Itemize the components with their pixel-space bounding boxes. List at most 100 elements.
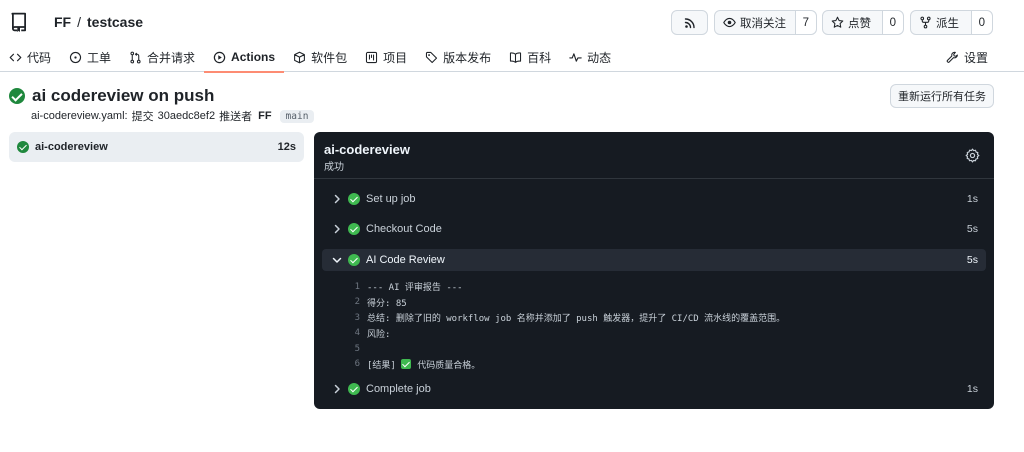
package-icon xyxy=(294,51,305,63)
check-mark-button-icon xyxy=(401,359,412,370)
run-title-text: ai codereview on push xyxy=(32,86,215,105)
line-number[interactable]: 6 xyxy=(344,359,360,369)
tab-wiki[interactable]: 百科 xyxy=(500,42,560,72)
step-success-icon xyxy=(348,383,360,395)
sidebar-job-item[interactable]: ai-codereview 12s xyxy=(9,132,304,162)
tab-wiki-label: 百科 xyxy=(527,50,552,65)
tools-icon xyxy=(946,51,958,63)
tab-packages[interactable]: 软件包 xyxy=(284,42,356,72)
pull-request-icon xyxy=(130,51,141,63)
log-step-complete-job[interactable]: Complete job 1s xyxy=(322,378,986,400)
line-text: 总结: 删除了旧的 workflow job 名称并添加了 push 触发器，提… xyxy=(367,314,786,325)
success-check-icon xyxy=(9,88,25,104)
log-line: 2 得分: 85 xyxy=(344,295,984,311)
job-log-panel: ai-codereview 成功 Set up job 1s Checkout … xyxy=(314,132,994,409)
eye-icon xyxy=(723,17,736,28)
repo-owner-link[interactable]: FF xyxy=(54,14,71,30)
tab-issues-label: 工单 xyxy=(87,50,112,65)
actor-link[interactable]: FF xyxy=(258,110,271,122)
fork-count[interactable]: 0 xyxy=(970,11,992,34)
fork-icon xyxy=(920,16,931,29)
rerun-all-jobs-button[interactable]: 重新运行所有任务 xyxy=(890,84,994,108)
star-label: 点赞 xyxy=(848,17,871,30)
log-step-checkout-code[interactable]: Checkout Code 5s xyxy=(322,218,986,240)
chevron-down-icon xyxy=(332,257,342,263)
repo-title: FF / testcase xyxy=(54,14,143,30)
pulse-icon xyxy=(569,52,582,62)
fork-button[interactable]: 派生 0 xyxy=(910,10,993,35)
unwatch-label: 取消关注 xyxy=(740,17,786,30)
step-success-icon xyxy=(348,193,360,205)
line-number[interactable]: 4 xyxy=(344,328,360,338)
pushed-by-text: 推送者 xyxy=(219,111,253,123)
tab-issues[interactable]: 工单 xyxy=(60,42,120,72)
log-line: 4 风险: xyxy=(344,326,984,342)
line-text: 得分: 85 xyxy=(367,298,407,309)
tab-projects[interactable]: 项目 xyxy=(356,42,416,72)
repo-header: FF / testcase 取消关注 7 点赞 0 派生 0 代码 工单 合并请… xyxy=(0,0,1024,73)
tab-actions-label: Actions xyxy=(231,50,276,64)
log-job-status: 成功 xyxy=(324,162,344,173)
log-line: 6 [结果] 代码质量合格。 xyxy=(344,357,984,373)
chevron-right-icon xyxy=(334,194,340,204)
gear-icon[interactable] xyxy=(965,148,980,163)
tag-icon xyxy=(426,51,438,63)
line-number[interactable]: 2 xyxy=(344,297,360,307)
step-success-icon xyxy=(348,223,360,235)
repo-separator: / xyxy=(77,14,81,30)
step-duration: 1s xyxy=(966,383,978,395)
tab-settings[interactable]: 设置 xyxy=(938,42,996,72)
chevron-right-icon xyxy=(334,224,340,234)
code-icon xyxy=(9,53,22,61)
line-prefix: [结果] xyxy=(367,360,396,371)
log-line: 3 总结: 删除了旧的 workflow job 名称并添加了 push 触发器… xyxy=(344,310,984,326)
chevron-right-icon xyxy=(334,384,340,394)
tab-actions[interactable]: Actions xyxy=(204,42,285,73)
line-text: --- AI 评审报告 --- xyxy=(367,283,463,294)
star-button[interactable]: 点赞 0 xyxy=(822,10,904,35)
log-step-ai-code-review[interactable]: AI Code Review 5s xyxy=(322,249,986,271)
step-name: Complete job xyxy=(366,383,431,395)
workflow-file-link[interactable]: ai-codereview.yaml: xyxy=(31,110,128,122)
job-success-icon xyxy=(17,141,29,153)
tab-projects-label: 项目 xyxy=(383,50,408,65)
tab-releases[interactable]: 版本发布 xyxy=(416,42,500,72)
star-count[interactable]: 0 xyxy=(881,11,903,34)
tab-packages-label: 软件包 xyxy=(311,50,348,65)
commit-text: 提交 xyxy=(131,111,154,123)
step-name: Checkout Code xyxy=(366,223,442,235)
star-icon xyxy=(831,16,844,28)
project-icon xyxy=(366,51,378,63)
rss-icon xyxy=(684,17,695,28)
line-number[interactable]: 5 xyxy=(344,344,360,354)
log-output: 1 --- AI 评审报告 --- 2 得分: 85 3 总结: 删除了旧的 w… xyxy=(344,279,984,372)
run-meta: ai-codereview.yaml: 提交 30aedc8ef2 推送者 FF… xyxy=(31,108,315,124)
run-title: ai codereview on push xyxy=(9,86,214,106)
step-duration: 5s xyxy=(966,223,978,235)
log-step-set-up-job[interactable]: Set up job 1s xyxy=(322,188,986,210)
tab-activity-label: 动态 xyxy=(587,50,612,65)
step-name: AI Code Review xyxy=(366,254,445,266)
line-number[interactable]: 1 xyxy=(344,282,360,292)
sidebar-job-name: ai-codereview xyxy=(35,141,108,153)
repo-icon xyxy=(11,12,26,32)
tab-code[interactable]: 代码 xyxy=(0,42,60,72)
tab-code-label: 代码 xyxy=(27,50,52,65)
tab-pull-requests[interactable]: 合并请求 xyxy=(120,42,204,72)
tab-activity[interactable]: 动态 xyxy=(560,42,620,72)
unwatch-button[interactable]: 取消关注 7 xyxy=(714,10,817,35)
branch-badge[interactable]: main xyxy=(279,109,315,123)
watch-count[interactable]: 7 xyxy=(794,11,816,34)
line-text: 代码质量合格。 xyxy=(417,360,481,371)
step-duration: 1s xyxy=(966,193,978,205)
line-text: 风险: xyxy=(367,329,391,340)
play-icon xyxy=(213,51,226,63)
rss-feed-button[interactable] xyxy=(671,10,708,35)
line-number[interactable]: 3 xyxy=(344,313,360,323)
issue-icon xyxy=(69,51,82,63)
fork-label: 派生 xyxy=(936,17,959,30)
repo-name-link[interactable]: testcase xyxy=(87,14,143,30)
sidebar-job-duration: 12s xyxy=(277,141,296,153)
log-line: 5 xyxy=(344,341,984,357)
commit-sha-link[interactable]: 30aedc8ef2 xyxy=(158,110,216,122)
